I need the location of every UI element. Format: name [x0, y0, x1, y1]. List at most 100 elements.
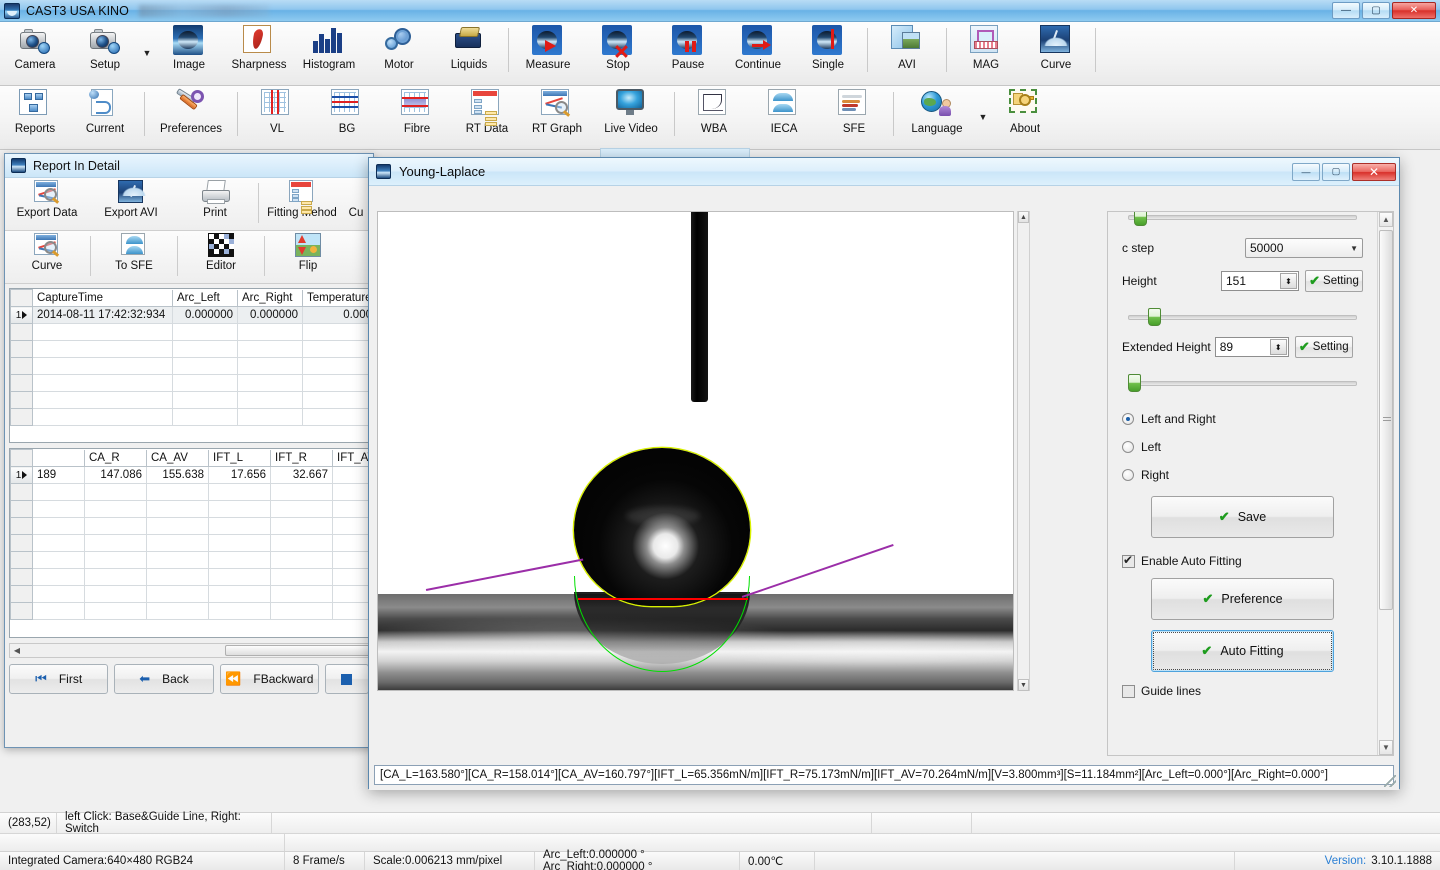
- col-index[interactable]: [33, 450, 85, 467]
- tool-live-video[interactable]: Live Video: [592, 86, 670, 148]
- tool-stop[interactable]: Stop: [583, 22, 653, 84]
- tool-language[interactable]: Language: [898, 86, 976, 148]
- tool-image[interactable]: Image: [154, 22, 224, 84]
- tool-sfe[interactable]: SFE: [819, 86, 889, 148]
- tool-setup[interactable]: Setup: [70, 22, 140, 84]
- tool-about[interactable]: About: [990, 86, 1060, 148]
- tool-continue[interactable]: Continue: [723, 22, 793, 84]
- scrollbar-thumb[interactable]: [225, 645, 373, 656]
- cell-ift-l[interactable]: 17.656: [209, 467, 271, 484]
- fitting-method-button[interactable]: Fitting Mehod: [260, 178, 344, 230]
- curve-button[interactable]: Curve: [5, 231, 89, 283]
- col-capturetime[interactable]: CaptureTime: [33, 290, 173, 307]
- horizontal-scrollbar[interactable]: ◀: [9, 643, 369, 658]
- maximize-button[interactable]: ▢: [1362, 2, 1390, 19]
- tool-single[interactable]: Single: [793, 22, 863, 84]
- cell-ca-av[interactable]: 155.638: [147, 467, 209, 484]
- cell-ca-r[interactable]: 147.086: [85, 467, 147, 484]
- col-arc-right[interactable]: Arc_Right: [238, 290, 303, 307]
- height-setting-button[interactable]: ✔ Setting: [1305, 270, 1363, 292]
- c-step-slider[interactable]: [1128, 211, 1357, 226]
- guide-lines-row[interactable]: Guide lines: [1122, 684, 1363, 698]
- tool-measure[interactable]: Measure: [513, 22, 583, 84]
- editor-button[interactable]: Editor: [179, 231, 263, 283]
- tool-histogram[interactable]: Histogram: [294, 22, 364, 84]
- stop-button[interactable]: [325, 664, 369, 694]
- row-indicator[interactable]: 1: [11, 307, 33, 324]
- col-ca-av[interactable]: CA_AV: [147, 450, 209, 467]
- curve-partial-button[interactable]: Cu: [344, 178, 368, 230]
- back-button[interactable]: ⬅ Back: [114, 664, 213, 694]
- third-slider[interactable]: [1128, 374, 1357, 392]
- canvas-scroll-up-arrow[interactable]: ▲: [1018, 211, 1029, 223]
- yl-close-button[interactable]: ✕: [1352, 163, 1396, 181]
- print-button[interactable]: Print: [173, 178, 257, 230]
- tool-pause[interactable]: Pause: [653, 22, 723, 84]
- minimize-button[interactable]: —: [1332, 2, 1360, 19]
- height-input[interactable]: 151 ⬍: [1221, 271, 1299, 291]
- canvas-scroll-down-arrow[interactable]: ▼: [1018, 679, 1029, 691]
- tool-sharpness[interactable]: Sharpness: [224, 22, 294, 84]
- extended-height-input[interactable]: 89 ⬍: [1215, 337, 1289, 357]
- tool-camera[interactable]: Camera: [0, 22, 70, 84]
- canvas-vertical-scrollbar[interactable]: ▲ ▼: [1017, 211, 1030, 691]
- close-button[interactable]: ✕: [1392, 2, 1436, 19]
- yl-minimize-button[interactable]: —: [1292, 163, 1320, 181]
- slider-knob[interactable]: [1134, 211, 1147, 226]
- tool-ieca[interactable]: IECA: [749, 86, 819, 148]
- c-step-dropdown[interactable]: 50000 ▼: [1245, 238, 1363, 258]
- spinner-up-down-icon[interactable]: ⬍: [1280, 273, 1297, 289]
- cell-arc-left[interactable]: 0.000000: [173, 307, 238, 324]
- tool-mag[interactable]: MAG: [951, 22, 1021, 84]
- slider-knob[interactable]: [1148, 308, 1161, 326]
- col-ca-r[interactable]: CA_R: [85, 450, 147, 467]
- table-row[interactable]: 1 2014-08-11 17:42:32:934 0.000000 0.000…: [11, 307, 370, 324]
- col-ift-av[interactable]: IFT_AV: [333, 450, 370, 467]
- tool-current[interactable]: Current: [70, 86, 140, 148]
- flip-button[interactable]: Flip: [266, 231, 350, 283]
- tool-fibre[interactable]: Fibre: [382, 86, 452, 148]
- setup-chevron-down-icon[interactable]: ▼: [140, 22, 154, 84]
- auto-fitting-button[interactable]: ✔ Auto Fitting: [1151, 630, 1334, 672]
- tool-reports[interactable]: Reports: [0, 86, 70, 148]
- enable-auto-fitting-row[interactable]: Enable Auto Fitting: [1122, 554, 1363, 568]
- tool-bg[interactable]: BG: [312, 86, 382, 148]
- capture-data-grid[interactable]: CaptureTime Arc_Left Arc_Right Temperatu…: [9, 288, 369, 443]
- cell-temperature[interactable]: 0.000: [303, 307, 370, 324]
- tool-rt-data[interactable]: RT Data: [452, 86, 522, 148]
- results-data-grid[interactable]: CA_R CA_AV IFT_L IFT_R IFT_AV 1 189 147.…: [9, 448, 369, 638]
- tool-avi[interactable]: AVI: [872, 22, 942, 84]
- checkbox-icon[interactable]: [1122, 685, 1135, 698]
- extended-height-slider[interactable]: [1128, 308, 1357, 326]
- save-button[interactable]: ✔ Save: [1151, 496, 1334, 538]
- first-button[interactable]: ⏮ First: [9, 664, 108, 694]
- cell-ift-av[interactable]: 0.0(: [333, 467, 370, 484]
- tool-rt-graph[interactable]: RT Graph: [522, 86, 592, 148]
- tool-curve[interactable]: Curve: [1021, 22, 1091, 84]
- droplet-image-canvas[interactable]: [377, 211, 1014, 691]
- panel-scroll-down-arrow[interactable]: ▼: [1379, 740, 1393, 755]
- table-row[interactable]: 1 189 147.086 155.638 17.656 32.667 0.0(: [11, 467, 370, 484]
- preference-button[interactable]: ✔ Preference: [1151, 578, 1334, 620]
- scroll-left-arrow[interactable]: ◀: [10, 646, 24, 655]
- radio-left[interactable]: Left: [1122, 440, 1363, 454]
- cell-capturetime[interactable]: 2014-08-11 17:42:32:934: [33, 307, 173, 324]
- export-avi-button[interactable]: Export AVI: [89, 178, 173, 230]
- to-sfe-button[interactable]: To SFE: [92, 231, 176, 283]
- resize-grip[interactable]: [1384, 775, 1396, 787]
- panel-scrollbar-thumb[interactable]: [1379, 230, 1393, 610]
- cell-ift-r[interactable]: 32.667: [271, 467, 333, 484]
- tool-motor[interactable]: Motor: [364, 22, 434, 84]
- radio-left-and-right[interactable]: Left and Right: [1122, 412, 1363, 426]
- language-chevron-down-icon[interactable]: ▼: [976, 86, 990, 148]
- cell-index[interactable]: 189: [33, 467, 85, 484]
- radio-right[interactable]: Right: [1122, 468, 1363, 482]
- panel-vertical-scrollbar[interactable]: ▲ ▼: [1377, 212, 1393, 755]
- panel-scroll-up-arrow[interactable]: ▲: [1379, 212, 1393, 227]
- cell-arc-right[interactable]: 0.000000: [238, 307, 303, 324]
- export-data-button[interactable]: Export Data: [5, 178, 89, 230]
- yl-maximize-button[interactable]: ▢: [1322, 163, 1350, 181]
- col-temperature[interactable]: Temperature: [303, 290, 370, 307]
- row-indicator[interactable]: 1: [11, 467, 33, 484]
- tool-wba[interactable]: WBA: [679, 86, 749, 148]
